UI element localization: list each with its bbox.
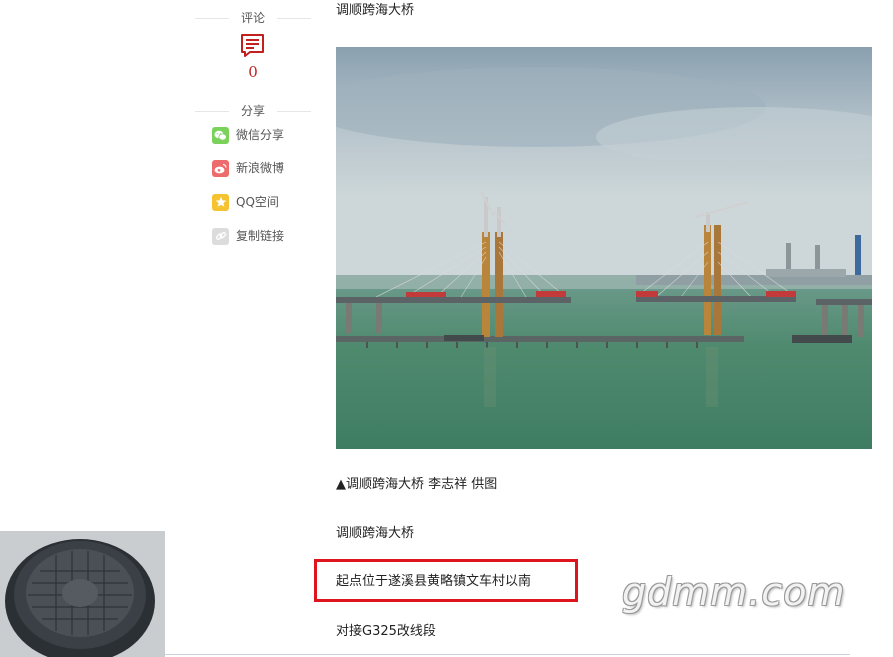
- weibo-icon: [212, 159, 229, 177]
- share-wechat-label: 微信分享: [236, 128, 285, 142]
- copy-link-button[interactable]: 复制链接: [212, 227, 284, 245]
- watermark: gdmm.com: [622, 570, 846, 614]
- bridge-photo: [336, 47, 872, 449]
- share-wechat-button[interactable]: 微信分享: [212, 126, 284, 144]
- share-weibo-label: 新浪微博: [236, 161, 285, 175]
- divider: [195, 18, 229, 19]
- article-paragraph: 对接G325改线段: [336, 624, 436, 639]
- wechat-icon: [212, 126, 229, 144]
- divider: [277, 111, 311, 112]
- share-qzone-button[interactable]: QQ空间: [212, 193, 279, 211]
- share-title-label: 分享: [240, 104, 265, 118]
- comment-title-label: 评论: [240, 11, 265, 25]
- divider: [165, 654, 850, 655]
- divider: [277, 18, 311, 19]
- copy-link-label: 复制链接: [236, 229, 285, 243]
- share-section-title: 分享: [195, 104, 311, 118]
- article-paragraph: 调顺跨海大桥: [336, 3, 415, 18]
- comment-section-title: 评论: [195, 11, 311, 25]
- divider: [195, 111, 229, 112]
- comment-icon[interactable]: [240, 33, 265, 58]
- photo-caption: ▲调顺跨海大桥 李志祥 供图: [336, 477, 498, 492]
- article-paragraph-highlighted: 起点位于遂溪县黄略镇文车村以南: [336, 574, 532, 589]
- share-weibo-button[interactable]: 新浪微博: [212, 159, 284, 177]
- comment-count[interactable]: 0: [243, 64, 263, 81]
- article-paragraph: 调顺跨海大桥: [336, 526, 415, 541]
- ad-image-manhole-cover[interactable]: [0, 531, 165, 657]
- qzone-icon: [212, 193, 229, 211]
- link-icon: [212, 227, 229, 245]
- share-qzone-label: QQ空间: [236, 195, 279, 209]
